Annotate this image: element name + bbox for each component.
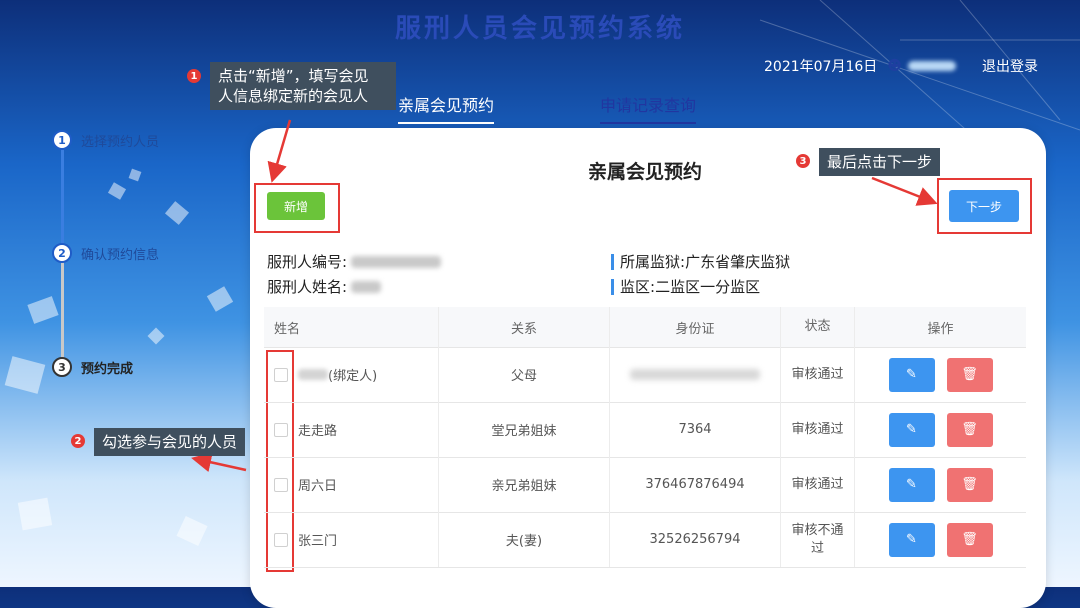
table-row: (绑定人) 父母 审核通过 ✎ 🗑	[264, 347, 1026, 403]
row-checkbox[interactable]	[274, 532, 288, 547]
visitor-id: 376467876494	[610, 457, 781, 512]
callout-badge-2: 2	[71, 434, 85, 448]
trash-icon: 🗑	[961, 532, 978, 547]
trash-icon: 🗑	[961, 422, 978, 437]
col-header-relation: 关系	[439, 307, 610, 347]
prison-value: 广东省肇庆监狱	[685, 253, 791, 271]
area-info: 监区: 二监区一分监区	[611, 276, 760, 297]
delete-button[interactable]: 🗑	[946, 522, 993, 557]
callout-badge-1: 1	[187, 69, 201, 83]
delete-button[interactable]: 🗑	[946, 357, 993, 392]
inmate-id: 服刑人编号:	[267, 251, 442, 272]
row-checkbox[interactable]	[274, 477, 288, 492]
info-divider	[611, 278, 614, 295]
col-header-id: 身份证	[610, 307, 781, 347]
prison-info: 所属监狱: 广东省肇庆监狱	[611, 251, 790, 272]
table-row: 走走路 堂兄弟姐妹 7364 审核通过 ✎ 🗑	[264, 402, 1026, 458]
row-checkbox[interactable]	[274, 367, 288, 382]
table-row: 张三门 夫(妻) 32526256794 审核不通过 ✎ 🗑	[264, 512, 1026, 568]
step-label: 预约完成	[81, 361, 134, 377]
callout-add-instruction: 点击“新增”，填写会见 人信息绑定新的会见人	[210, 62, 396, 110]
col-header-status: 状态	[781, 307, 855, 347]
visitor-status: 审核通过	[781, 347, 855, 402]
pencil-icon: ✎	[906, 367, 917, 382]
row-checkbox[interactable]	[274, 422, 288, 437]
id-redacted	[630, 369, 760, 380]
callout-check-instruction: 勾选参与会见的人员	[94, 428, 246, 456]
card-title: 亲属会见预约	[588, 161, 703, 183]
edit-button[interactable]: ✎	[888, 467, 935, 502]
name-redacted	[298, 369, 328, 380]
trash-icon: 🗑	[961, 477, 978, 492]
step-complete: 3 预约完成	[52, 357, 133, 377]
visitor-name: 走走路	[298, 424, 338, 439]
current-date: 2021年07月16日	[764, 59, 878, 75]
pencil-icon: ✎	[906, 477, 917, 492]
edit-button[interactable]: ✎	[888, 357, 935, 392]
step-number: 1	[52, 130, 72, 150]
visitor-name: (绑定人)	[328, 369, 378, 384]
visitor-status: 审核通过	[781, 402, 855, 457]
visitor-relation: 夫(妻)	[439, 512, 610, 567]
step-label: 选择预约人员	[81, 134, 160, 150]
step-number: 2	[52, 243, 72, 263]
col-header-name: 姓名	[264, 307, 439, 347]
header-user-area: 2021年07月16日 ☻	[764, 56, 956, 76]
system-title: 服刑人员会见预约系统	[394, 14, 685, 44]
step-number: 3	[52, 357, 72, 377]
step-confirm-info: 2 确认预约信息	[52, 243, 159, 263]
inmate-id-redacted	[351, 255, 442, 268]
callout-badge-3: 3	[796, 154, 810, 168]
visitor-status: 审核不通过	[781, 512, 855, 567]
col-header-actions: 操作	[927, 321, 954, 337]
visitor-relation: 亲兄弟姐妹	[439, 457, 610, 512]
callout-next-instruction: 最后点击下一步	[819, 148, 941, 176]
inmate-name-redacted	[351, 280, 382, 293]
step-connector-1	[61, 148, 64, 244]
step-connector-2	[61, 262, 64, 358]
pencil-icon: ✎	[906, 532, 917, 547]
table-row: 周六日 亲兄弟姐妹 376467876494 审核通过 ✎ 🗑	[264, 457, 1026, 513]
arrow-to-checkboxes	[191, 452, 247, 472]
user-icon: ☻	[887, 58, 902, 74]
area-label: 监区:	[620, 278, 656, 296]
callout-text: 点击“新增”，填写会见	[218, 67, 369, 85]
highlight-add-button	[254, 183, 340, 233]
visitor-id: 7364	[610, 402, 781, 457]
username-redacted	[907, 61, 956, 71]
visitor-id: 32526256794	[610, 512, 781, 567]
edit-button[interactable]: ✎	[888, 412, 935, 447]
logout-link[interactable]: 退出登录	[982, 56, 1038, 76]
callout-text: 人信息绑定新的会见人	[218, 87, 369, 105]
step-select-person: 1 选择预约人员	[52, 130, 159, 150]
table-header-row: 姓名 关系 身份证 状态 操作	[264, 307, 1026, 348]
visitor-name: 张三门	[298, 534, 338, 549]
info-divider	[611, 253, 614, 270]
visitor-status: 审核通过	[781, 457, 855, 512]
inmate-id-label: 服刑人编号:	[267, 253, 348, 271]
highlight-next-button	[937, 178, 1032, 234]
tab-family-visit[interactable]: 亲属会见预约	[398, 92, 495, 124]
step-label: 确认预约信息	[81, 247, 160, 263]
inmate-name-label: 服刑人姓名:	[267, 278, 348, 296]
tab-application-records[interactable]: 申请记录查询	[600, 92, 697, 124]
edit-button[interactable]: ✎	[888, 522, 935, 557]
visitor-name: 周六日	[298, 479, 338, 494]
prison-label: 所属监狱:	[620, 253, 686, 271]
pencil-icon: ✎	[906, 422, 917, 437]
area-value: 二监区一分监区	[655, 278, 761, 296]
inmate-name: 服刑人姓名:	[267, 276, 382, 297]
delete-button[interactable]: 🗑	[946, 467, 993, 502]
visitor-relation: 父母	[439, 347, 610, 402]
delete-button[interactable]: 🗑	[946, 412, 993, 447]
trash-icon: 🗑	[961, 367, 978, 382]
visitor-relation: 堂兄弟姐妹	[439, 402, 610, 457]
